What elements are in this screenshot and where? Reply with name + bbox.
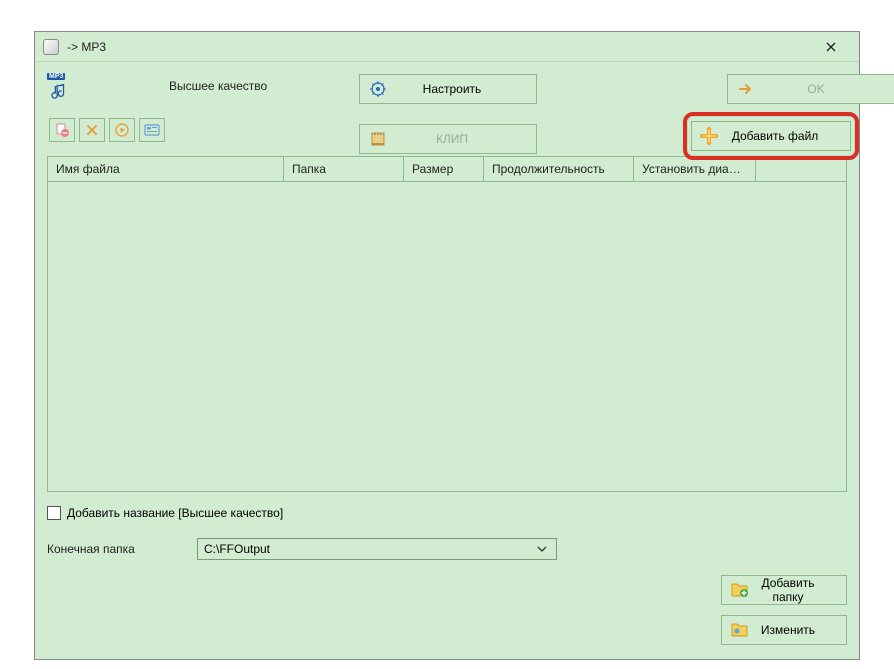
clear-list-button[interactable] (79, 118, 105, 142)
play-button[interactable] (109, 118, 135, 142)
small-toolbar (49, 118, 165, 142)
col-filename[interactable]: Имя файла (48, 157, 284, 181)
arrow-right-icon (736, 79, 756, 99)
ok-button: OK (727, 74, 894, 104)
app-window: -> MP3 MP3 Высшее качество Настроить OK (34, 31, 860, 660)
quality-label: Высшее качество (169, 79, 267, 93)
app-icon (43, 39, 59, 55)
add-folder-button[interactable]: Добавить папку (721, 575, 847, 605)
col-range[interactable]: Установить диапа... (634, 157, 756, 181)
change-label: Изменить (754, 623, 838, 637)
chevron-down-icon (534, 546, 550, 552)
output-folder-combo[interactable]: C:\FFOutput (197, 538, 557, 560)
remove-file-button[interactable] (49, 118, 75, 142)
add-folder-label: Добавить папку (754, 576, 838, 604)
close-button[interactable] (811, 35, 851, 59)
titlebar: -> MP3 (35, 32, 859, 62)
file-list[interactable] (47, 182, 847, 492)
change-folder-button[interactable]: Изменить (721, 615, 847, 645)
col-size[interactable]: Размер (404, 157, 484, 181)
add-title-row: Добавить название [Высшее качество] (47, 506, 847, 520)
configure-label: Настроить (392, 82, 528, 96)
mp3-format-icon: MP3 (47, 72, 71, 100)
add-file-label: Добавить файл (718, 129, 842, 143)
clip-button: КЛИП (359, 124, 537, 154)
ok-label: OK (760, 82, 888, 96)
add-file-button[interactable]: Добавить файл (691, 121, 851, 151)
add-file-highlight: Добавить файл (683, 112, 859, 160)
gear-icon (368, 79, 388, 99)
add-title-label: Добавить название [Высшее качество] (67, 506, 283, 520)
add-title-checkbox[interactable] (47, 506, 61, 520)
filmstrip-icon (368, 129, 388, 149)
clip-label: КЛИП (392, 132, 528, 146)
configure-button[interactable]: Настроить (359, 74, 537, 104)
output-folder-value: C:\FFOutput (204, 542, 270, 556)
info-button[interactable] (139, 118, 165, 142)
output-folder-label: Конечная папка (47, 542, 187, 556)
folder-open-icon (730, 620, 750, 640)
bottom-panel: Добавить название [Высшее качество] Коне… (35, 492, 859, 568)
col-duration[interactable]: Продолжительность (484, 157, 634, 181)
col-rest (756, 157, 846, 181)
bottom-right-buttons: Добавить папку Изменить (721, 575, 847, 645)
window-title: -> MP3 (67, 40, 811, 54)
folder-plus-icon (730, 580, 750, 600)
col-folder[interactable]: Папка (284, 157, 404, 181)
plus-icon (700, 127, 718, 145)
output-folder-row: Конечная папка C:\FFOutput (47, 538, 847, 560)
